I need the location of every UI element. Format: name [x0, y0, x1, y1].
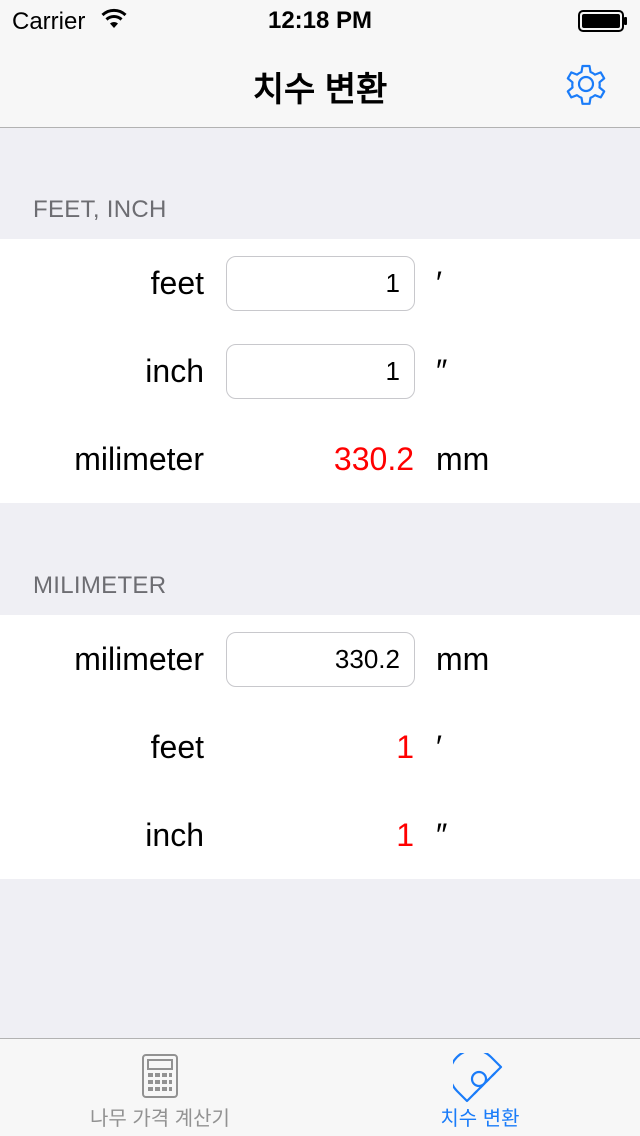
tab-label-dimension: 치수 변환	[440, 1108, 520, 1130]
feet-result: 1	[396, 729, 414, 765]
section-feet-inch: feet 1 ′ inch 1 ″ milimeter 330.2 mm	[0, 239, 640, 503]
row-feet-result: feet 1 ′	[0, 703, 640, 791]
tab-bar: 나무 가격 계산기 치수 변환	[0, 1038, 640, 1136]
feet-input[interactable]: 1	[226, 256, 415, 311]
section-header-milimeter: MILIMETER	[33, 572, 167, 599]
navigation-bar: 치수 변환	[0, 40, 640, 128]
milimeter-input[interactable]: 330.2	[226, 632, 415, 687]
row-inch-result: inch 1 ″	[0, 791, 640, 879]
inch-label: inch	[145, 353, 204, 389]
section-header-feet-inch: FEET, INCH	[33, 196, 167, 223]
clock: 12:18 PM	[267, 7, 373, 34]
settings-button[interactable]	[560, 58, 612, 110]
calculator-icon	[142, 1054, 178, 1098]
inch-result: 1	[396, 817, 414, 853]
protractor-icon	[453, 1053, 503, 1103]
feet-unit: ′	[436, 729, 442, 765]
inch-label: inch	[145, 817, 204, 853]
section-milimeter: milimeter 330.2 mm feet 1 ′ inch 1 ″	[0, 615, 640, 879]
milimeter-unit: mm	[436, 441, 490, 477]
row-mm-result: milimeter 330.2 mm	[0, 415, 640, 503]
status-bar: Carrier 12:18 PM	[0, 0, 640, 40]
milimeter-unit: mm	[436, 641, 490, 677]
row-mm-input: milimeter 330.2 mm	[0, 615, 640, 703]
row-inch-input: inch 1 ″	[0, 327, 640, 415]
inch-unit: ″	[436, 353, 448, 389]
row-feet-input: feet 1 ′	[0, 239, 640, 327]
feet-label: feet	[150, 729, 204, 765]
page-title: 치수 변환	[252, 71, 388, 109]
battery-icon	[578, 10, 627, 32]
tab-dimension-conversion[interactable]: 치수 변환	[320, 1039, 640, 1136]
feet-unit: ′	[436, 265, 442, 301]
feet-label: feet	[150, 265, 204, 301]
milimeter-result: 330.2	[333, 441, 414, 477]
inch-unit: ″	[436, 817, 448, 853]
milimeter-label: milimeter	[74, 641, 204, 677]
tab-label-wood-price: 나무 가격 계산기	[90, 1108, 230, 1130]
milimeter-label: milimeter	[74, 441, 204, 477]
inch-input[interactable]: 1	[226, 344, 415, 399]
gear-icon	[566, 64, 606, 105]
tab-wood-price-calculator[interactable]: 나무 가격 계산기	[0, 1039, 320, 1136]
